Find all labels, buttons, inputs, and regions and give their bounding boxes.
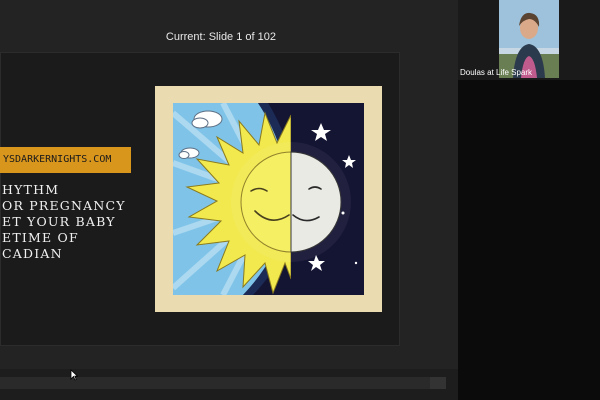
slide-body-text: HYTHM OR PREGNANCY ET YOUR BABY ETIME OF… bbox=[2, 182, 126, 262]
slide-url-banner: YSDARKERNIGHTS.COM bbox=[0, 147, 131, 173]
video-panel: Doulas at Life Spark bbox=[458, 0, 600, 400]
slide-text-line: CADIAN bbox=[2, 246, 63, 261]
horizontal-scrollbar[interactable] bbox=[0, 377, 430, 389]
participant-avatar bbox=[499, 0, 559, 78]
mouse-cursor-icon bbox=[70, 369, 78, 381]
sun-moon-illustration bbox=[155, 86, 382, 312]
participant-video bbox=[499, 0, 559, 78]
slide-text-line: ET YOUR BABY bbox=[2, 214, 116, 229]
participant-name: Doulas at Life Spark bbox=[460, 68, 533, 77]
scrollbar-thumb[interactable] bbox=[430, 377, 446, 389]
slide-text-line: ETIME OF bbox=[2, 230, 79, 245]
slide-text-line: HYTHM bbox=[2, 182, 60, 197]
participant-tile[interactable]: Doulas at Life Spark bbox=[458, 0, 600, 80]
presentation-stage: Current: Slide 1 of 102 YSDARKERNIGHTS.C… bbox=[0, 0, 458, 400]
sun-moon-svg bbox=[173, 103, 364, 295]
slide-text-line: OR PREGNANCY bbox=[2, 198, 126, 213]
slide-counter: Current: Slide 1 of 102 bbox=[165, 31, 276, 43]
moon-icon bbox=[231, 142, 351, 262]
